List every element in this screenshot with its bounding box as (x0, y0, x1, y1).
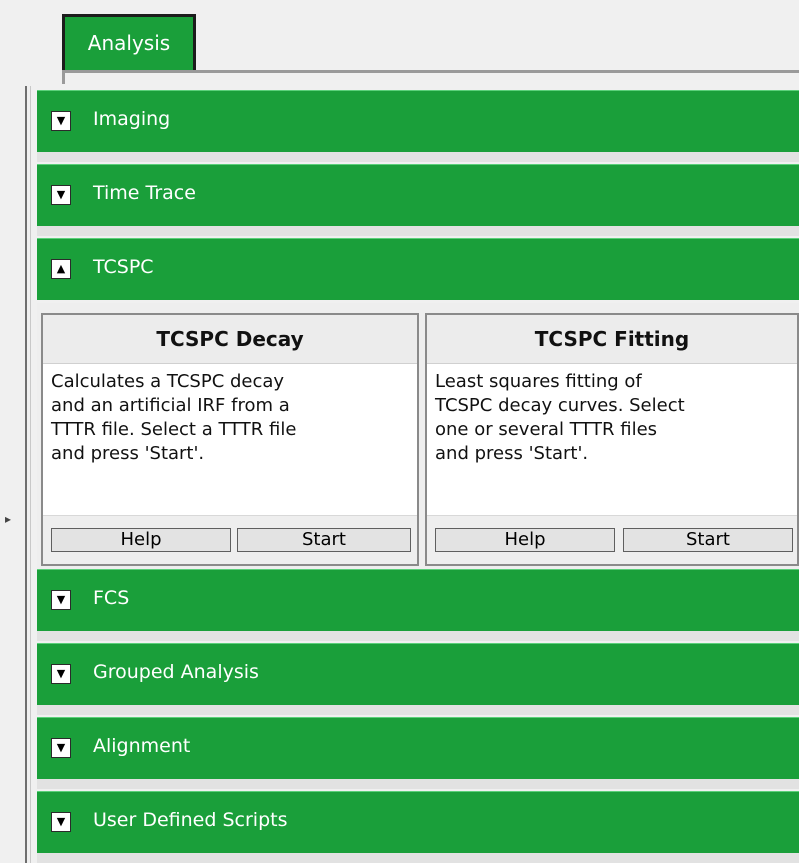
section-separator (37, 779, 799, 789)
tab-divider (62, 70, 65, 84)
card-tcspc-decay: TCSPC Decay Calculates a TCSPC decay and… (41, 313, 419, 566)
description-line: and an artificial IRF from a (51, 395, 290, 416)
frame-border-inner (30, 86, 31, 863)
section-separator (37, 853, 799, 863)
section-user-defined-scripts[interactable]: ▼ User Defined Scripts (37, 791, 799, 853)
description-line: and press 'Start'. (435, 443, 589, 464)
section-fcs[interactable]: ▼ FCS (37, 569, 799, 631)
description-line: TCSPC decay curves. Select (435, 395, 685, 416)
tab-analysis[interactable]: Analysis (62, 14, 196, 70)
card-footer: Help Start (427, 515, 797, 564)
section-label: TCSPC (93, 256, 154, 278)
help-button[interactable]: Help (435, 528, 615, 552)
section-alignment[interactable]: ▼ Alignment (37, 717, 799, 779)
section-label: Grouped Analysis (93, 661, 259, 683)
description-line: Calculates a TCSPC decay (51, 371, 285, 392)
expand-toggle-icon[interactable]: ▼ (51, 812, 71, 832)
tab-underline (62, 70, 799, 73)
section-imaging[interactable]: ▼ Imaging (37, 90, 799, 152)
frame-border (25, 86, 27, 863)
start-button[interactable]: Start (237, 528, 411, 552)
collapse-toggle-icon[interactable]: ▲ (51, 259, 71, 279)
section-time-trace[interactable]: ▼ Time Trace (37, 164, 799, 226)
help-button[interactable]: Help (51, 528, 231, 552)
description-line: TTTR file. Select a TTTR file (51, 419, 297, 440)
expand-toggle-icon[interactable]: ▼ (51, 590, 71, 610)
section-label: Imaging (93, 108, 171, 130)
expand-toggle-icon[interactable]: ▼ (51, 185, 71, 205)
description-line: Least squares fitting of (435, 371, 642, 392)
splitter-arrow-icon[interactable]: ▸ (5, 512, 11, 526)
card-description: Calculates a TCSPC decay and an artifici… (43, 364, 417, 510)
card-title: TCSPC Decay (43, 315, 417, 364)
description-line: and press 'Start'. (51, 443, 205, 464)
section-label: FCS (93, 587, 130, 609)
section-separator (37, 705, 799, 715)
section-tcspc[interactable]: ▲ TCSPC (37, 238, 799, 300)
start-button[interactable]: Start (623, 528, 793, 552)
section-label: User Defined Scripts (93, 809, 288, 831)
description-line: one or several TTTR files (435, 419, 658, 440)
section-separator (37, 226, 799, 236)
card-footer: Help Start (43, 515, 417, 564)
section-separator (37, 152, 799, 162)
section-label: Time Trace (93, 182, 196, 204)
card-title: TCSPC Fitting (427, 315, 797, 364)
card-tcspc-fitting: TCSPC Fitting Least squares fitting of T… (425, 313, 799, 566)
card-description: Least squares fitting of TCSPC decay cur… (427, 364, 797, 510)
expand-toggle-icon[interactable]: ▼ (51, 111, 71, 131)
expand-toggle-icon[interactable]: ▼ (51, 738, 71, 758)
section-label: Alignment (93, 735, 191, 757)
expand-toggle-icon[interactable]: ▼ (51, 664, 71, 684)
section-grouped-analysis[interactable]: ▼ Grouped Analysis (37, 643, 799, 705)
section-separator (37, 631, 799, 641)
